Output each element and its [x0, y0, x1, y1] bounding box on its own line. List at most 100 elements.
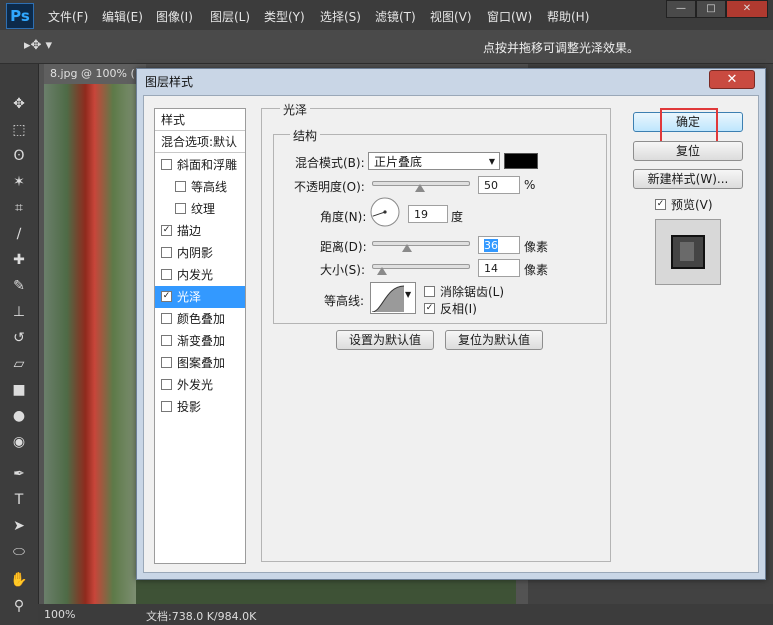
brush-icon[interactable]: ✎ [9, 276, 29, 296]
pen-icon[interactable]: ✒ [9, 464, 29, 484]
document-tab[interactable]: 8.jpg @ 100% ( [44, 64, 146, 84]
gradient-icon[interactable]: ■ [9, 380, 29, 400]
distance-input[interactable]: 36 [478, 236, 520, 254]
style-item-checkbox[interactable]: ✓ [161, 291, 172, 302]
distance-slider-thumb[interactable] [401, 244, 412, 252]
style-item-checkbox[interactable] [161, 379, 172, 390]
style-item-checkbox[interactable] [175, 181, 186, 192]
style-item-label: 内阴影 [177, 246, 214, 260]
menu-filter[interactable]: 滤镜(T) [375, 8, 416, 25]
style-item-checkbox[interactable] [161, 247, 172, 258]
magic-wand-icon[interactable]: ✶ [9, 172, 29, 192]
contour-picker[interactable]: ▼ [370, 282, 416, 314]
lasso-icon[interactable]: ʘ [9, 146, 29, 166]
blend-color-swatch[interactable] [504, 153, 538, 169]
menu-select[interactable]: 选择(S) [320, 8, 361, 25]
style-item-checkbox[interactable] [161, 335, 172, 346]
style-item[interactable]: 外发光 [155, 374, 245, 396]
maximize-button[interactable]: □ [696, 0, 726, 18]
zoom-icon[interactable]: ⚲ [9, 596, 29, 616]
style-item-label: 图案叠加 [177, 356, 226, 370]
type-icon[interactable]: T [9, 490, 29, 510]
style-item[interactable]: 纹理 [155, 198, 245, 220]
dialog-title: 图层样式 [145, 75, 194, 89]
style-items: 斜面和浮雕等高线 纹理 ✓ 描边内阴影内发光 ✓ 光泽 颜色叠加渐变叠加图案叠加外发光投影 [155, 154, 245, 454]
angle-input[interactable]: 19 [408, 205, 448, 223]
reset-default-button[interactable]: 复位为默认值 [445, 330, 543, 350]
style-item-label: 斜面和浮雕 [177, 158, 238, 172]
move-icon[interactable]: ✥ [9, 94, 29, 114]
image-canvas[interactable] [44, 84, 136, 604]
eyedropper-icon[interactable]: ∕ [9, 224, 29, 244]
new-style-button[interactable]: 新建样式(W)... [633, 169, 743, 189]
style-item[interactable]: 内阴影 [155, 242, 245, 264]
history-brush-icon[interactable]: ↺ [9, 328, 29, 348]
menu-file[interactable]: 文件(F) [48, 8, 88, 25]
dialog-close-button[interactable]: ✕ [709, 70, 755, 89]
style-preview-thumbnail [655, 219, 721, 285]
dodge-icon[interactable]: ◉ [9, 432, 29, 452]
style-item-checkbox[interactable] [161, 313, 172, 324]
ellipse-icon[interactable]: ⬭ [9, 542, 29, 562]
style-item-label: 外发光 [177, 378, 214, 392]
healing-brush-icon[interactable]: ✚ [9, 250, 29, 270]
menu-edit[interactable]: 编辑(E) [102, 8, 143, 25]
distance-slider-track[interactable] [372, 241, 470, 246]
style-list-header[interactable]: 样式 [155, 109, 245, 131]
crop-icon[interactable]: ⌗ [9, 198, 29, 218]
style-item[interactable]: 内发光 [155, 264, 245, 286]
path-selection-icon[interactable]: ➤ [9, 516, 29, 536]
size-label: 大小(S): [320, 263, 366, 277]
blur-icon[interactable]: ● [9, 406, 29, 426]
style-item-checkbox[interactable] [175, 203, 186, 214]
menu-layer[interactable]: 图层(L) [210, 8, 250, 25]
opacity-input[interactable]: 50 [478, 176, 520, 194]
hand-icon[interactable]: ✋ [9, 570, 29, 590]
anti-alias-checkbox[interactable]: 消除锯齿(L) [424, 283, 504, 300]
layers-footer [528, 604, 773, 625]
style-item[interactable]: ✓ 光泽 [155, 286, 245, 308]
menu-image[interactable]: 图像(I) [156, 8, 193, 25]
style-item-checkbox[interactable] [161, 159, 172, 170]
style-item[interactable]: 颜色叠加 [155, 308, 245, 330]
size-slider-track[interactable] [372, 264, 470, 269]
style-item[interactable]: ✓ 描边 [155, 220, 245, 242]
style-item-label: 渐变叠加 [177, 334, 226, 348]
style-item[interactable]: 斜面和浮雕 [155, 154, 245, 176]
style-item[interactable]: 渐变叠加 [155, 330, 245, 352]
opacity-slider-thumb[interactable] [415, 184, 425, 192]
style-item-checkbox[interactable] [161, 401, 172, 412]
move-tool-icon[interactable]: ▸✥ ▾ [24, 38, 52, 53]
invert-checkbox[interactable]: ✓ 反相(I) [424, 300, 477, 317]
anti-alias-checkbox-box[interactable] [424, 286, 435, 297]
options-hint: 点按并拖移可调整光泽效果。 [482, 41, 639, 55]
marquee-icon[interactable]: ⬚ [9, 120, 29, 140]
style-item[interactable]: 投影 [155, 396, 245, 418]
blend-options-item[interactable]: 混合选项:默认 [155, 131, 245, 153]
close-app-button[interactable]: ✕ [726, 0, 768, 18]
make-default-button[interactable]: 设置为默认值 [336, 330, 434, 350]
image-canvas-bottom[interactable] [136, 578, 516, 604]
menu-window[interactable]: 窗口(W) [487, 8, 532, 25]
zoom-level[interactable]: 100% [44, 608, 75, 621]
invert-checkbox-box[interactable]: ✓ [424, 303, 435, 314]
style-item-checkbox[interactable] [161, 269, 172, 280]
menu-help[interactable]: 帮助(H) [547, 8, 589, 25]
style-item-checkbox[interactable]: ✓ [161, 225, 172, 236]
blend-mode-dropdown[interactable]: 正片叠底 ▼ [368, 152, 500, 170]
menu-view[interactable]: 视图(V) [430, 8, 472, 25]
preview-checkbox[interactable]: ✓ 预览(V) [655, 196, 713, 213]
preview-checkbox-box[interactable]: ✓ [655, 199, 666, 210]
size-slider-thumb[interactable] [376, 267, 387, 275]
minimize-button[interactable]: — [666, 0, 696, 18]
eraser-icon[interactable]: ▱ [9, 354, 29, 374]
menu-type[interactable]: 类型(Y) [264, 8, 305, 25]
style-item[interactable]: 图案叠加 [155, 352, 245, 374]
style-item-checkbox[interactable] [161, 357, 172, 368]
angle-dial[interactable] [369, 196, 401, 228]
size-input[interactable]: 14 [478, 259, 520, 277]
reset-button[interactable]: 复位 [633, 141, 743, 161]
style-item[interactable]: 等高线 [155, 176, 245, 198]
clone-stamp-icon[interactable]: ⊥ [9, 302, 29, 322]
dialog-titlebar[interactable]: 图层样式 ✕ [137, 69, 765, 91]
